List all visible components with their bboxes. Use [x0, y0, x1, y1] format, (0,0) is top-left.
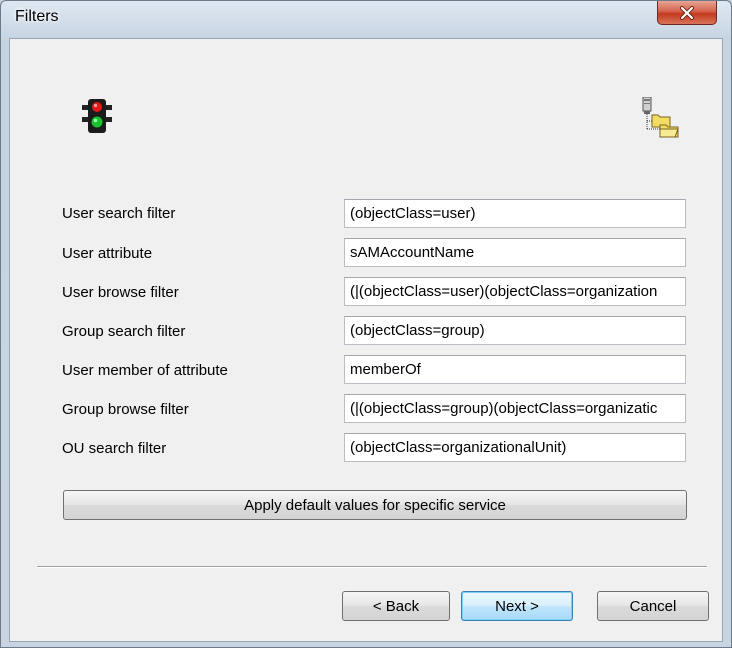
- group-browse-filter-input[interactable]: [344, 394, 686, 423]
- user-member-of-attribute-label: User member of attribute: [62, 362, 228, 379]
- back-button[interactable]: < Back: [342, 591, 450, 621]
- traffic-light-icon: [82, 99, 112, 133]
- close-button[interactable]: [657, 1, 717, 25]
- group-browse-filter-label: Group browse filter: [62, 401, 189, 418]
- user-browse-filter-label: User browse filter: [62, 284, 179, 301]
- group-search-filter-label: Group search filter: [62, 323, 186, 340]
- user-attribute-input[interactable]: [344, 238, 686, 267]
- server-folders-icon: [642, 97, 679, 138]
- user-search-filter-label: User search filter: [62, 205, 176, 222]
- user-member-of-attribute-input[interactable]: [344, 355, 686, 384]
- user-browse-filter-input[interactable]: [344, 277, 686, 306]
- next-button[interactable]: Next >: [461, 591, 573, 621]
- footer-separator: [37, 566, 707, 568]
- title-bar[interactable]: Filters: [1, 1, 731, 37]
- ou-search-filter-label: OU search filter: [62, 440, 167, 457]
- user-search-filter-input[interactable]: [344, 199, 686, 228]
- cancel-button[interactable]: Cancel: [597, 591, 709, 621]
- close-icon: [680, 5, 694, 20]
- dialog-body: User search filter User attribute User b…: [9, 38, 723, 642]
- filters-dialog: Filters User search filter (objectClass=…: [0, 0, 732, 648]
- ou-search-filter-input[interactable]: [344, 433, 686, 462]
- user-attribute-label: User attribute: [62, 245, 153, 262]
- group-search-filter-input[interactable]: [344, 316, 686, 345]
- apply-default-values-button[interactable]: Apply default values for specific servic…: [63, 490, 687, 520]
- window-title: Filters: [15, 8, 59, 25]
